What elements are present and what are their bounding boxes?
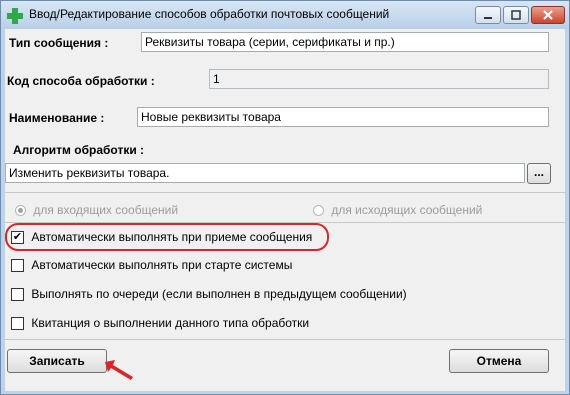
method-code-label: Код способа обработки : — [7, 74, 155, 88]
separator-top — [5, 192, 565, 193]
maximize-icon — [511, 10, 521, 20]
dialog-body: Тип сообщения : Реквизиты товара (серии,… — [5, 29, 565, 391]
radio-incoming[interactable]: для входящих сообщений — [15, 203, 178, 217]
radio-outgoing[interactable]: для исходящих сообщений — [313, 203, 482, 217]
option-receipt-label: Квитанция о выполнении данного типа обра… — [31, 316, 310, 330]
message-type-field[interactable]: Реквизиты товара (серии, серификаты и пр… — [141, 32, 549, 52]
checkbox-queue[interactable] — [11, 288, 24, 302]
window-title: Ввод/Редактирование способов обработки п… — [29, 7, 390, 21]
option-auto-on-start[interactable]: Автоматически выполнять при старте систе… — [11, 258, 293, 273]
dialog-window: Ввод/Редактирование способов обработки п… — [0, 0, 570, 395]
title-bar[interactable]: Ввод/Редактирование способов обработки п… — [1, 1, 569, 29]
radio-incoming-label: для входящих сообщений — [33, 203, 179, 217]
save-button[interactable]: Записать — [7, 349, 107, 373]
name-label: Наименование : — [9, 111, 105, 125]
separator-bottom — [5, 339, 565, 340]
algorithm-label: Алгоритм обработки : — [13, 143, 145, 157]
close-button[interactable] — [531, 6, 565, 24]
method-code-field[interactable]: 1 — [209, 69, 549, 89]
radio-incoming-indicator[interactable] — [15, 205, 26, 217]
option-auto-on-receive-label: Автоматически выполнять при приеме сообщ… — [31, 230, 313, 244]
option-auto-on-start-label: Автоматически выполнять при старте систе… — [31, 258, 293, 272]
radio-outgoing-label: для исходящих сообщений — [331, 203, 483, 217]
checkbox-auto-on-start[interactable] — [11, 259, 24, 273]
app-icon — [7, 8, 23, 24]
radio-outgoing-indicator[interactable] — [313, 205, 324, 217]
algorithm-field[interactable]: Изменить реквизиты товара. — [5, 163, 525, 183]
option-queue[interactable]: Выполнять по очереди (если выполнен в пр… — [11, 287, 407, 302]
checkbox-receipt[interactable] — [11, 317, 24, 331]
checkbox-auto-on-receive[interactable]: ✔ — [11, 231, 24, 245]
name-field[interactable]: Новые реквизиты товара — [137, 107, 549, 127]
minimize-icon — [484, 17, 492, 19]
radio-selected-dot — [18, 208, 23, 214]
option-queue-label: Выполнять по очереди (если выполнен в пр… — [31, 287, 407, 301]
maximize-button[interactable] — [503, 6, 529, 24]
option-receipt[interactable]: Квитанция о выполнении данного типа обра… — [11, 316, 310, 331]
message-type-label: Тип сообщения : — [9, 36, 109, 50]
annotation-arrow-icon — [105, 360, 133, 380]
cancel-button[interactable]: Отмена — [449, 349, 549, 373]
algorithm-browse-button[interactable]: ... — [527, 163, 551, 184]
close-icon — [543, 10, 553, 20]
option-auto-on-receive[interactable]: ✔ Автоматически выполнять при приеме соо… — [11, 230, 313, 245]
minimize-button[interactable] — [475, 6, 501, 24]
